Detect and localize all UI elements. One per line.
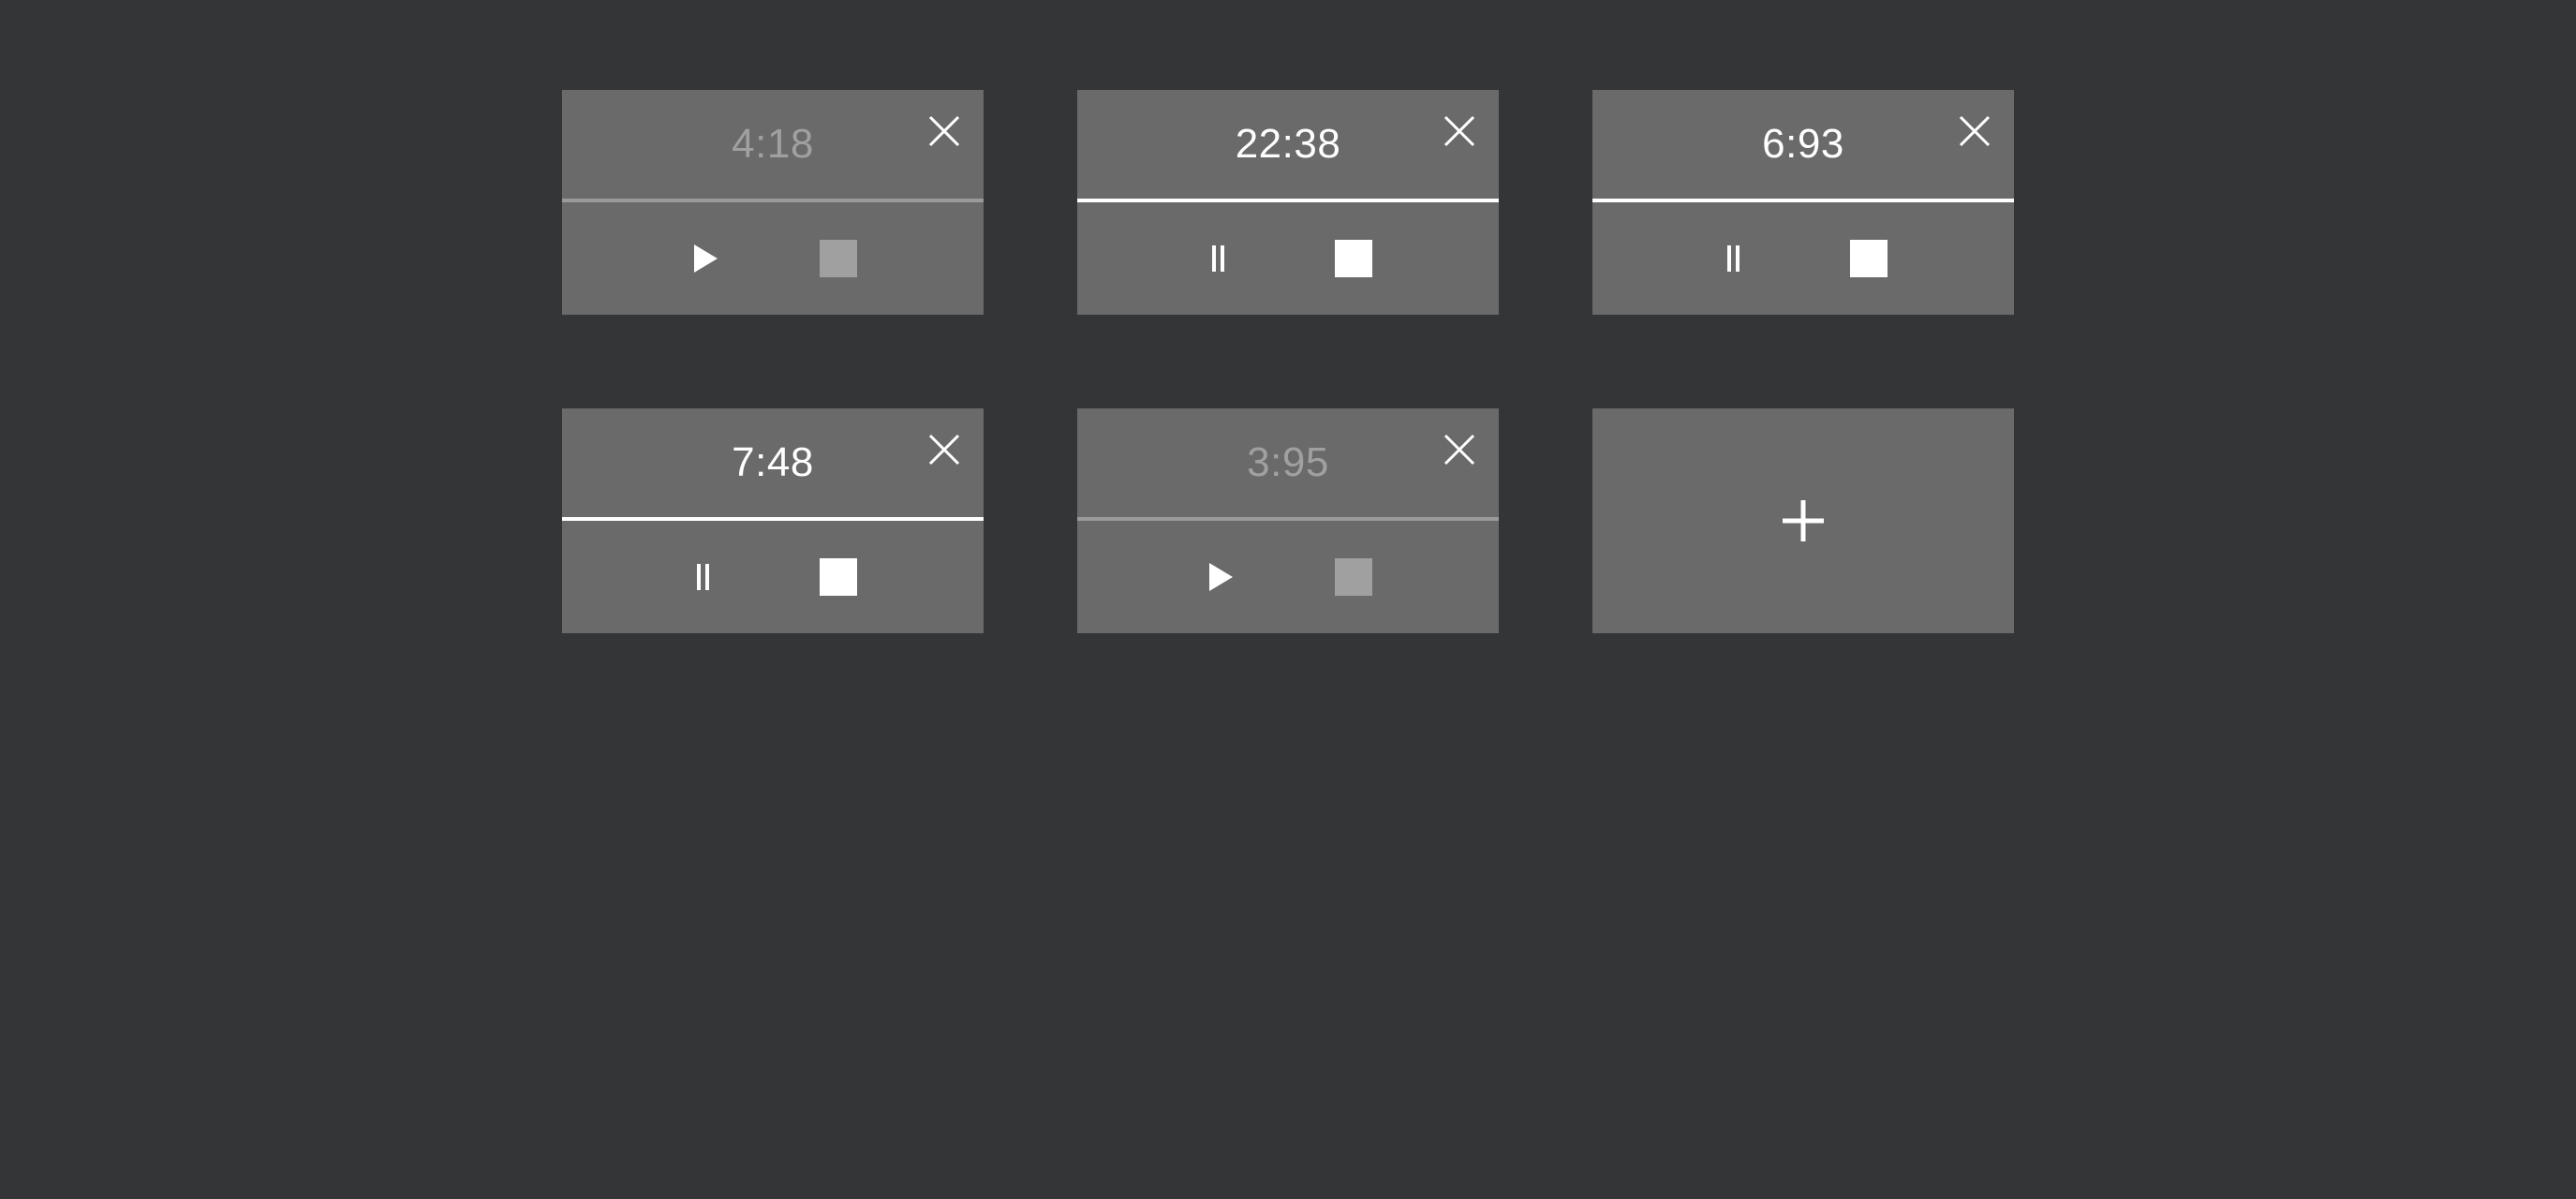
pause-icon [1727, 245, 1740, 272]
timer-card: 6:93 [1592, 90, 2014, 315]
pause-icon [1212, 245, 1224, 272]
timer-time: 7:48 [732, 439, 814, 485]
timer-controls [1592, 202, 2014, 315]
stop-icon [820, 240, 857, 277]
play-pause-button[interactable] [1705, 230, 1761, 287]
close-button[interactable] [1952, 109, 1997, 154]
pause-icon [697, 564, 709, 590]
timer-card: 4:18 [562, 90, 984, 315]
timer-controls [1077, 202, 1499, 315]
timer-time: 4:18 [732, 121, 814, 167]
play-icon [1209, 563, 1233, 591]
stop-icon [820, 558, 857, 596]
close-button[interactable] [1437, 109, 1482, 154]
add-timer-button[interactable] [1592, 408, 2014, 633]
timer-time: 3:95 [1247, 439, 1329, 485]
play-icon [694, 244, 718, 273]
timer-grid: 4:18 22:38 6:93 7:48 3:95 [562, 90, 2014, 633]
close-button[interactable] [1437, 427, 1482, 472]
play-pause-button[interactable] [1190, 230, 1246, 287]
timer-card: 22:38 [1077, 90, 1499, 315]
stop-button[interactable] [1325, 549, 1382, 605]
close-icon [1443, 434, 1475, 466]
close-icon [928, 115, 960, 147]
play-pause-button[interactable] [674, 549, 731, 605]
timer-controls [1077, 521, 1499, 633]
stop-button[interactable] [1325, 230, 1382, 287]
timer-time: 22:38 [1235, 121, 1341, 167]
timer-controls [562, 202, 984, 315]
stop-icon [1335, 558, 1372, 596]
timer-card: 7:48 [562, 408, 984, 633]
stop-button[interactable] [1841, 230, 1897, 287]
play-pause-button[interactable] [674, 230, 731, 287]
stop-icon [1850, 240, 1888, 277]
stop-button[interactable] [810, 549, 866, 605]
timer-time: 6:93 [1762, 121, 1844, 167]
close-icon [928, 434, 960, 466]
close-icon [1443, 115, 1475, 147]
timer-card: 3:95 [1077, 408, 1499, 633]
close-button[interactable] [922, 109, 967, 154]
stop-button[interactable] [810, 230, 866, 287]
plus-icon [1783, 500, 1824, 541]
stop-icon [1335, 240, 1372, 277]
close-icon [1959, 115, 1991, 147]
timer-controls [562, 521, 984, 633]
close-button[interactable] [922, 427, 967, 472]
play-pause-button[interactable] [1190, 549, 1246, 605]
